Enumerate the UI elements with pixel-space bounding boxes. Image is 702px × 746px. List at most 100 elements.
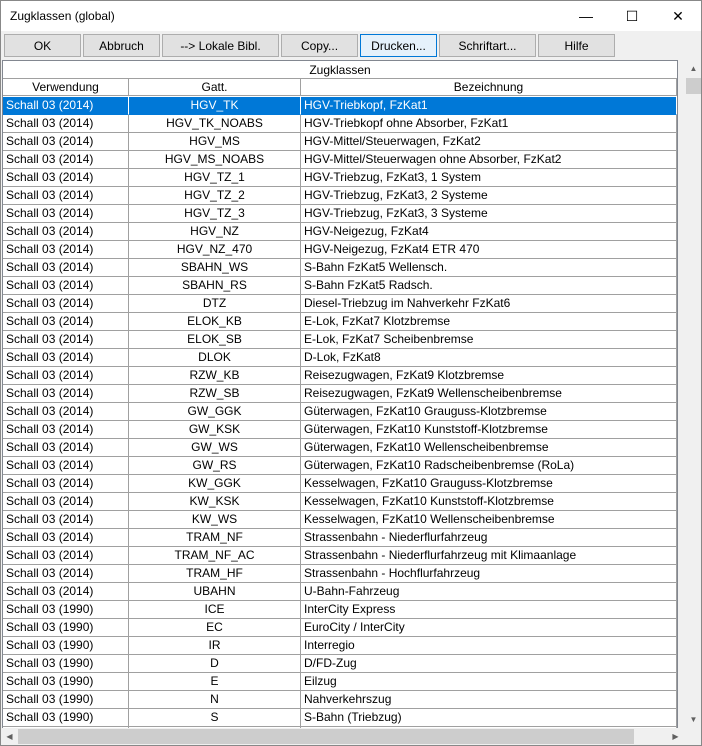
cell-gatt[interactable]: N (129, 691, 301, 709)
cell-verwendung[interactable]: Schall 03 (1990) (3, 619, 129, 637)
table-row[interactable]: Schall 03 (2014) HGV_TK HGV-Triebkopf, FzK… (3, 97, 677, 115)
cell-verwendung[interactable]: Schall 03 (2014) (3, 241, 129, 259)
cell-verwendung[interactable]: Schall 03 (2014) (3, 475, 129, 493)
cell-bezeichnung[interactable]: Diesel-Triebzug im Nahverkehr FzKat6 (301, 295, 677, 313)
table-row[interactable]: Schall 03 (2014) HGV_MS_NOABS HGV-Mittel/S… (3, 151, 677, 169)
cell-gatt[interactable]: S (129, 709, 301, 727)
cell-gatt[interactable]: KW_WS (129, 511, 301, 529)
ok-button[interactable]: OK (4, 34, 81, 57)
cell-bezeichnung[interactable]: HGV-Mittel/Steuerwagen, FzKat2 (301, 133, 677, 151)
table-row[interactable]: Schall 03 (2014) HGV_TZ_1 HGV-Triebzug, Fz… (3, 169, 677, 187)
table-row[interactable]: Schall 03 (2014) GW_KSK Güterwagen, FzKat1… (3, 421, 677, 439)
cell-gatt[interactable]: SBAHN_RS (129, 277, 301, 295)
cell-bezeichnung[interactable]: Kesselwagen, FzKat10 Kunststoff-Klotzbre… (301, 493, 677, 511)
cell-bezeichnung[interactable]: Reisezugwagen, FzKat9 Wellenscheibenbrem… (301, 385, 677, 403)
table-row[interactable]: Schall 03 (2014) DLOK D-Lok, FzKat8 (3, 349, 677, 367)
cell-bezeichnung[interactable]: HGV-Mittel/Steuerwagen ohne Absorber, Fz… (301, 151, 677, 169)
cell-verwendung[interactable]: Schall 03 (2014) (3, 151, 129, 169)
vertical-scrollbar[interactable]: ▲ ▼ (685, 60, 701, 728)
cell-verwendung[interactable]: Schall 03 (2014) (3, 187, 129, 205)
cell-verwendung[interactable]: Schall 03 (2014) (3, 205, 129, 223)
cell-gatt[interactable]: SBAHN_WS (129, 259, 301, 277)
cell-gatt[interactable]: D (129, 655, 301, 673)
cell-gatt[interactable]: IR (129, 637, 301, 655)
cell-bezeichnung[interactable]: S-Bahn FzKat5 Wellensch. (301, 259, 677, 277)
table-row[interactable]: Schall 03 (2014) HGV_MS HGV-Mittel/Steuerw… (3, 133, 677, 151)
cell-gatt[interactable]: TRAM_NF (129, 529, 301, 547)
cell-verwendung[interactable]: Schall 03 (2014) (3, 439, 129, 457)
table-row[interactable]: Schall 03 (2014) HGV_NZ_470 HGV-Neigezug, … (3, 241, 677, 259)
table-row[interactable]: Schall 03 (2014) HGV_TK_NOABS HGV-Triebkop… (3, 115, 677, 133)
cell-verwendung[interactable]: Schall 03 (2014) (3, 259, 129, 277)
cell-bezeichnung[interactable]: Güterwagen, FzKat10 Kunststoff-Klotzbrem… (301, 421, 677, 439)
cell-verwendung[interactable]: Schall 03 (2014) (3, 511, 129, 529)
table-row[interactable]: Schall 03 (1990) ICE InterCity Express (3, 601, 677, 619)
cell-gatt[interactable]: ELOK_KB (129, 313, 301, 331)
cell-bezeichnung[interactable]: HGV-Triebkopf ohne Absorber, FzKat1 (301, 115, 677, 133)
cell-verwendung[interactable]: Schall 03 (2014) (3, 565, 129, 583)
column-header-bezeichnung[interactable]: Bezeichnung (301, 79, 677, 96)
cell-gatt[interactable]: HGV_TZ_1 (129, 169, 301, 187)
cell-gatt[interactable]: HGV_TK (129, 97, 301, 115)
table-row[interactable]: Schall 03 (2014) GW_RS Güterwagen, FzKat10… (3, 457, 677, 475)
table-row[interactable]: Schall 03 (2014) SBAHN_RS S-Bahn FzKat5 Ra… (3, 277, 677, 295)
cell-gatt[interactable]: TRAM_HF (129, 565, 301, 583)
cell-gatt[interactable]: HGV_MS (129, 133, 301, 151)
table-row[interactable]: Schall 03 (2014) GW_GGK Güterwagen, FzKat1… (3, 403, 677, 421)
cell-bezeichnung[interactable]: E-Lok, FzKat7 Klotzbremse (301, 313, 677, 331)
cell-verwendung[interactable]: Schall 03 (2014) (3, 277, 129, 295)
cell-gatt[interactable]: HGV_TZ_2 (129, 187, 301, 205)
cell-bezeichnung[interactable]: D-Lok, FzKat8 (301, 349, 677, 367)
cell-verwendung[interactable]: Schall 03 (2014) (3, 493, 129, 511)
cell-bezeichnung[interactable]: Güterwagen, FzKat10 Wellenscheibenbremse (301, 439, 677, 457)
copy-button[interactable]: Copy... (281, 34, 358, 57)
cell-verwendung[interactable]: Schall 03 (2014) (3, 97, 129, 115)
table-row[interactable]: Schall 03 (2014) KW_GGK Kesselwagen, FzKat… (3, 475, 677, 493)
table-row[interactable]: Schall 03 (1990) E Eilzug (3, 673, 677, 691)
cell-gatt[interactable]: KW_KSK (129, 493, 301, 511)
cell-verwendung[interactable]: Schall 03 (2014) (3, 349, 129, 367)
table-row[interactable]: Schall 03 (1990) D D/FD-Zug (3, 655, 677, 673)
cell-verwendung[interactable]: Schall 03 (2014) (3, 529, 129, 547)
scroll-up-icon[interactable]: ▲ (685, 60, 701, 77)
cell-verwendung[interactable]: Schall 03 (1990) (3, 637, 129, 655)
cell-verwendung[interactable]: Schall 03 (2014) (3, 295, 129, 313)
cell-bezeichnung[interactable]: S-Bahn (Triebzug) (301, 709, 677, 727)
cell-gatt[interactable]: HGV_NZ (129, 223, 301, 241)
vertical-scroll-thumb[interactable] (686, 78, 701, 94)
cell-bezeichnung[interactable]: Interregio (301, 637, 677, 655)
cell-bezeichnung[interactable]: HGV-Neigezug, FzKat4 ETR 470 (301, 241, 677, 259)
cell-gatt[interactable]: HGV_TK_NOABS (129, 115, 301, 133)
cell-bezeichnung[interactable]: HGV-Triebkopf, FzKat1 (301, 97, 677, 115)
cell-verwendung[interactable]: Schall 03 (2014) (3, 169, 129, 187)
cell-verwendung[interactable]: Schall 03 (1990) (3, 691, 129, 709)
cancel-button[interactable]: Abbruch (83, 34, 160, 57)
cell-verwendung[interactable]: Schall 03 (2014) (3, 403, 129, 421)
cell-bezeichnung[interactable]: U-Bahn-Fahrzeug (301, 583, 677, 601)
table-row[interactable]: Schall 03 (2014) TRAM_NF Strassenbahn - Ni… (3, 529, 677, 547)
cell-bezeichnung[interactable]: Strassenbahn - Hochflurfahrzeug (301, 565, 677, 583)
cell-gatt[interactable]: DTZ (129, 295, 301, 313)
cell-gatt[interactable]: RZW_KB (129, 367, 301, 385)
cell-bezeichnung[interactable]: HGV-Triebzug, FzKat3, 1 System (301, 169, 677, 187)
title-bar[interactable]: Zugklassen (global) — ☐ ✕ (1, 1, 701, 31)
table-row[interactable]: Schall 03 (2014) TRAM_NF_AC Strassenbahn -… (3, 547, 677, 565)
table-row[interactable]: Schall 03 (2014) ELOK_SB E-Lok, FzKat7 Sch… (3, 331, 677, 349)
cell-verwendung[interactable]: Schall 03 (2014) (3, 115, 129, 133)
cell-bezeichnung[interactable]: Güterwagen, FzKat10 Radscheibenbremse (R… (301, 457, 677, 475)
local-library-button[interactable]: --> Lokale Bibl. (162, 34, 279, 57)
scroll-left-icon[interactable]: ◀ (1, 728, 18, 745)
maximize-icon[interactable]: ☐ (609, 1, 655, 31)
cell-bezeichnung[interactable]: Eilzug (301, 673, 677, 691)
cell-gatt[interactable]: TRAM_NF_AC (129, 547, 301, 565)
table-row[interactable]: Schall 03 (1990) EC EuroCity / InterCity (3, 619, 677, 637)
cell-gatt[interactable]: GW_GGK (129, 403, 301, 421)
cell-verwendung[interactable]: Schall 03 (1990) (3, 655, 129, 673)
cell-gatt[interactable]: HGV_MS_NOABS (129, 151, 301, 169)
table-row[interactable]: Schall 03 (2014) RZW_KB Reisezugwagen, FzK… (3, 367, 677, 385)
table-row[interactable]: Schall 03 (2014) HGV_TZ_3 HGV-Triebzug, Fz… (3, 205, 677, 223)
cell-gatt[interactable]: HGV_TZ_3 (129, 205, 301, 223)
cell-bezeichnung[interactable]: HGV-Neigezug, FzKat4 (301, 223, 677, 241)
cell-bezeichnung[interactable]: Strassenbahn - Niederflurfahrzeug mit Kl… (301, 547, 677, 565)
cell-gatt[interactable]: HGV_NZ_470 (129, 241, 301, 259)
